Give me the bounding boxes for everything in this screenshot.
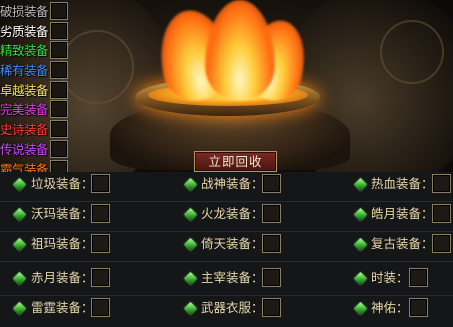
equipment-checkbox[interactable] [262,268,281,287]
equipment-checkbox[interactable] [262,204,281,223]
equipment-checkbox[interactable] [262,298,281,317]
green-gem-icon [354,302,367,315]
quality-checkbox[interactable] [50,41,68,60]
green-gem-icon [184,208,197,221]
quality-label: 稀有装备 [0,63,49,79]
quality-label: 精致装备 [0,43,49,59]
quality-label: 卓越装备 [0,82,49,98]
quality-filter-row: 传说装备 [0,139,72,160]
quality-checkbox[interactable] [50,61,68,80]
green-gem-icon [184,178,197,191]
equipment-checkbox[interactable] [91,234,110,253]
equipment-checkbox[interactable] [91,268,110,287]
quality-filter-row: 精致装备 [0,41,72,61]
equipment-checkbox[interactable] [409,268,428,287]
quality-checkbox[interactable] [50,80,68,99]
quality-filter-list: 破损装备 劣质装备 精致装备 稀有装备 卓越装备 完美装备 史诗装备 传说装备 [0,2,72,179]
equipment-label: 沃玛装备： [31,206,94,221]
quality-filter-row: 卓越装备 [0,80,72,101]
equipment-row: 垃圾装备： 战神装备： 热血装备： [0,172,453,202]
green-gem-icon [184,302,197,315]
equipment-label: 武器衣服： [201,300,264,315]
quality-filter-row: 劣质装备 [0,21,72,42]
equipment-checkbox[interactable] [262,234,281,253]
flame [205,0,275,100]
green-gem-icon [13,302,26,315]
equipment-label: 雷霆装备： [31,300,94,315]
equipment-label: 赤月装备： [31,270,94,285]
equipment-checkbox[interactable] [432,204,451,223]
equipment-label: 热血装备： [371,176,434,191]
equipment-label: 战神装备： [201,176,264,191]
quality-label: 破损装备 [0,4,49,19]
quality-label: 完美装备 [0,102,49,118]
dragon-coil-decoration [380,20,444,84]
green-gem-icon [13,238,26,251]
equipment-checkbox[interactable] [91,204,110,223]
quality-checkbox[interactable] [50,139,68,158]
green-gem-icon [354,178,367,191]
equipment-label: 皓月装备： [371,206,434,221]
equipment-checkbox[interactable] [409,298,428,317]
equipment-label: 主宰装备： [201,270,264,285]
green-gem-icon [13,272,26,285]
equipment-checkbox[interactable] [432,234,451,253]
row-divider [0,261,453,262]
quality-checkbox[interactable] [50,21,68,40]
quality-checkbox[interactable] [50,120,68,139]
equipment-label: 祖玛装备： [31,236,94,251]
equipment-checkbox[interactable] [262,174,281,193]
equipment-row: 沃玛装备： 火龙装备： 皓月装备： [0,202,453,232]
equipment-label: 时装： [371,270,409,285]
quality-checkbox[interactable] [50,2,68,20]
quality-label: 史诗装备 [0,122,49,138]
equipment-label: 垃圾装备： [31,176,94,191]
equipment-label: 复古装备： [371,236,434,251]
green-gem-icon [184,272,197,285]
quality-filter-row: 破损装备 [0,2,72,22]
equipment-row: 雷霆装备： 武器衣服： 神佑： [0,296,453,326]
quality-label: 劣质装备 [0,23,49,39]
recycle-now-button[interactable]: 立即回收 [194,151,277,172]
quality-filter-row: 稀有装备 [0,61,72,81]
quality-checkbox[interactable] [50,100,68,119]
equipment-row: 赤月装备： 主宰装备： 时装： [0,266,453,296]
equipment-label: 火龙装备： [201,206,264,221]
green-gem-icon [354,238,367,251]
equipment-type-grid: 垃圾装备： 战神装备： 热血装备： 沃玛装备： 火龙装备： 皓月装备： 祖玛装备… [0,172,453,327]
green-gem-icon [354,208,367,221]
quality-filter-row: 完美装备 [0,100,72,120]
quality-label: 传说装备 [0,141,49,157]
recycle-panel: 破损装备 劣质装备 精致装备 稀有装备 卓越装备 完美装备 史诗装备 传说装备 [0,0,453,327]
green-gem-icon [13,178,26,191]
equipment-row: 祖玛装备： 倚天装备： 复古装备： [0,232,453,262]
equipment-checkbox[interactable] [432,174,451,193]
equipment-checkbox[interactable] [91,298,110,317]
green-gem-icon [13,208,26,221]
equipment-label: 神佑： [371,300,409,315]
green-gem-icon [184,238,197,251]
quality-filter-row: 史诗装备 [0,120,72,140]
green-gem-icon [354,272,367,285]
equipment-label: 倚天装备： [201,236,264,251]
equipment-checkbox[interactable] [91,174,110,193]
